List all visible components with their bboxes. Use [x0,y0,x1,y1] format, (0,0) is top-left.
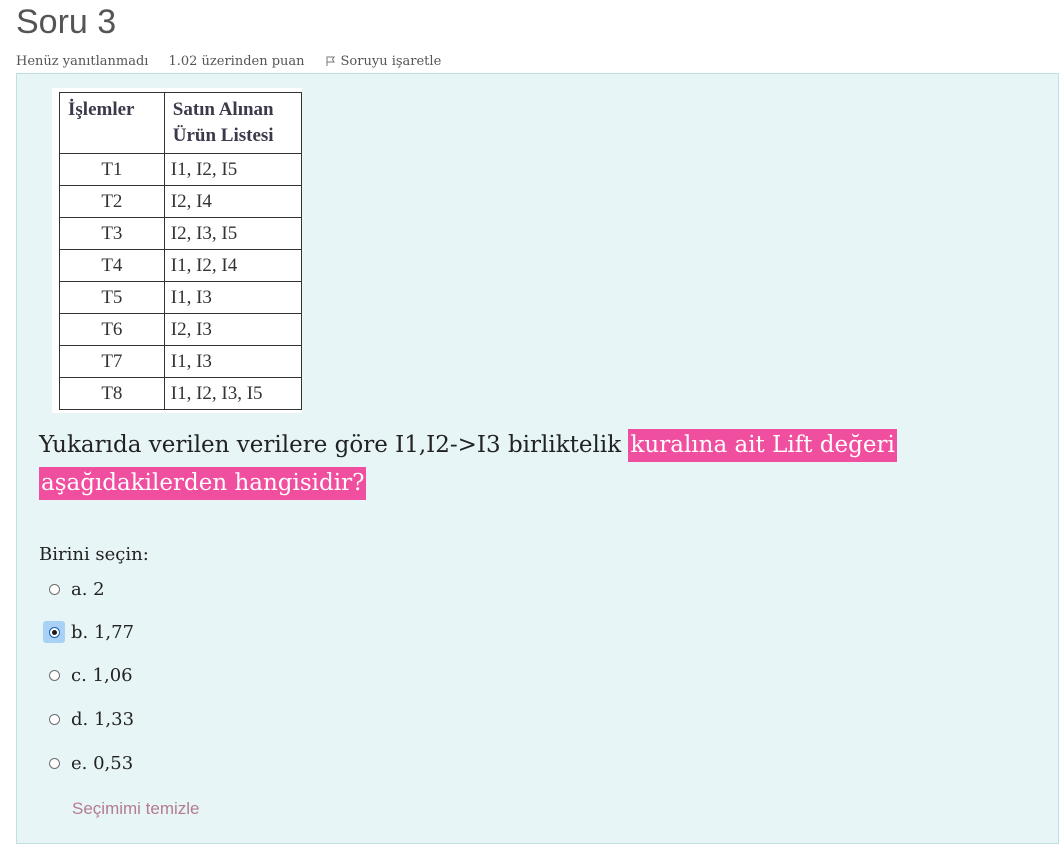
table-row: T2 I2, I4 [59,185,303,218]
column-header-items: Satın Alınan Ürün Listesi [163,92,303,154]
transactions-image: İşlemler Satın Alınan Ürün Listesi T1 I1,… [52,88,303,413]
column-header-transactions: İşlemler [59,92,165,154]
answer-option-b[interactable]: b. 1,77 [43,617,134,647]
transaction-id: T3 [59,217,165,250]
radio-button[interactable] [43,752,65,774]
question-info: Henüz yanıtlanmadı 1.02 üzerinden puan S… [16,52,461,70]
answer-label: a. 2 [71,578,105,600]
transaction-id: T1 [59,153,165,186]
table-row: T5 I1, I3 [59,281,303,314]
transaction-id: T4 [59,249,165,282]
transaction-id: T5 [59,281,165,314]
table-row: T6 I2, I3 [59,313,303,346]
flag-question-link[interactable]: Soruyu işaretle [325,53,442,69]
item-list: I2, I3 [163,313,303,346]
question-title: Soru 3 [16,3,117,41]
table-row: T8 I1, I2, I3, I5 [59,377,303,410]
answer-status: Henüz yanıtlanmadı [16,53,149,69]
table-row: T3 I2, I3, I5 [59,217,303,250]
radio-button[interactable] [43,708,65,730]
question-text-highlight: aşağıdakilerden hangisidir? [39,467,367,500]
transactions-table: İşlemler Satın Alınan Ürün Listesi T1 I1,… [59,92,303,410]
transaction-id: T2 [59,185,165,218]
item-list: I1, I3 [163,345,303,378]
radio-button[interactable] [43,664,65,686]
transaction-id: T6 [59,313,165,346]
item-list: I2, I4 [163,185,303,218]
question-panel: İşlemler Satın Alınan Ürün Listesi T1 I1,… [16,73,1059,844]
answer-prompt: Birini seçin: [39,544,149,565]
question-text-plain: Yukarıda verilen verilere göre I1,I2->I3… [39,432,629,458]
question-points: 1.02 üzerinden puan [168,53,305,69]
answer-option-d[interactable]: d. 1,33 [43,704,134,734]
answer-label: d. 1,33 [71,708,135,730]
item-list: I1, I2, I5 [163,153,303,186]
item-list: I1, I2, I4 [163,249,303,282]
transaction-id: T7 [59,345,165,378]
item-list: I1, I3 [163,281,303,314]
table-row: T7 I1, I3 [59,345,303,378]
table-row: T4 I1, I2, I4 [59,249,303,282]
item-list: I1, I2, I3, I5 [163,377,303,410]
question-text-highlight: kuralına ait Lift değeri [628,429,897,462]
radio-button[interactable] [43,578,65,600]
answer-option-c[interactable]: c. 1,06 [43,660,133,690]
item-list: I2, I3, I5 [163,217,303,250]
answer-label: e. 0,53 [71,752,134,774]
flag-icon [326,56,335,66]
question-text: Yukarıda verilen verilere göre I1,I2->I3… [39,426,919,502]
answer-option-a[interactable]: a. 2 [43,574,105,604]
table-row: T1 I1, I2, I5 [59,153,303,186]
answer-option-e[interactable]: e. 0,53 [43,748,133,778]
answer-label: c. 1,06 [71,664,133,686]
quiz-page: Soru 3 Henüz yanıtlanmadı 1.02 üzerinden… [0,0,1062,853]
flag-question-label: Soruyu işaretle [340,53,442,69]
transaction-id: T8 [59,377,165,410]
radio-button-selected[interactable] [43,621,65,643]
answer-label: b. 1,77 [71,621,135,643]
clear-choice-link[interactable]: Seçimimi temizle [72,799,200,819]
table-header-row: İşlemler Satın Alınan Ürün Listesi [59,92,303,154]
